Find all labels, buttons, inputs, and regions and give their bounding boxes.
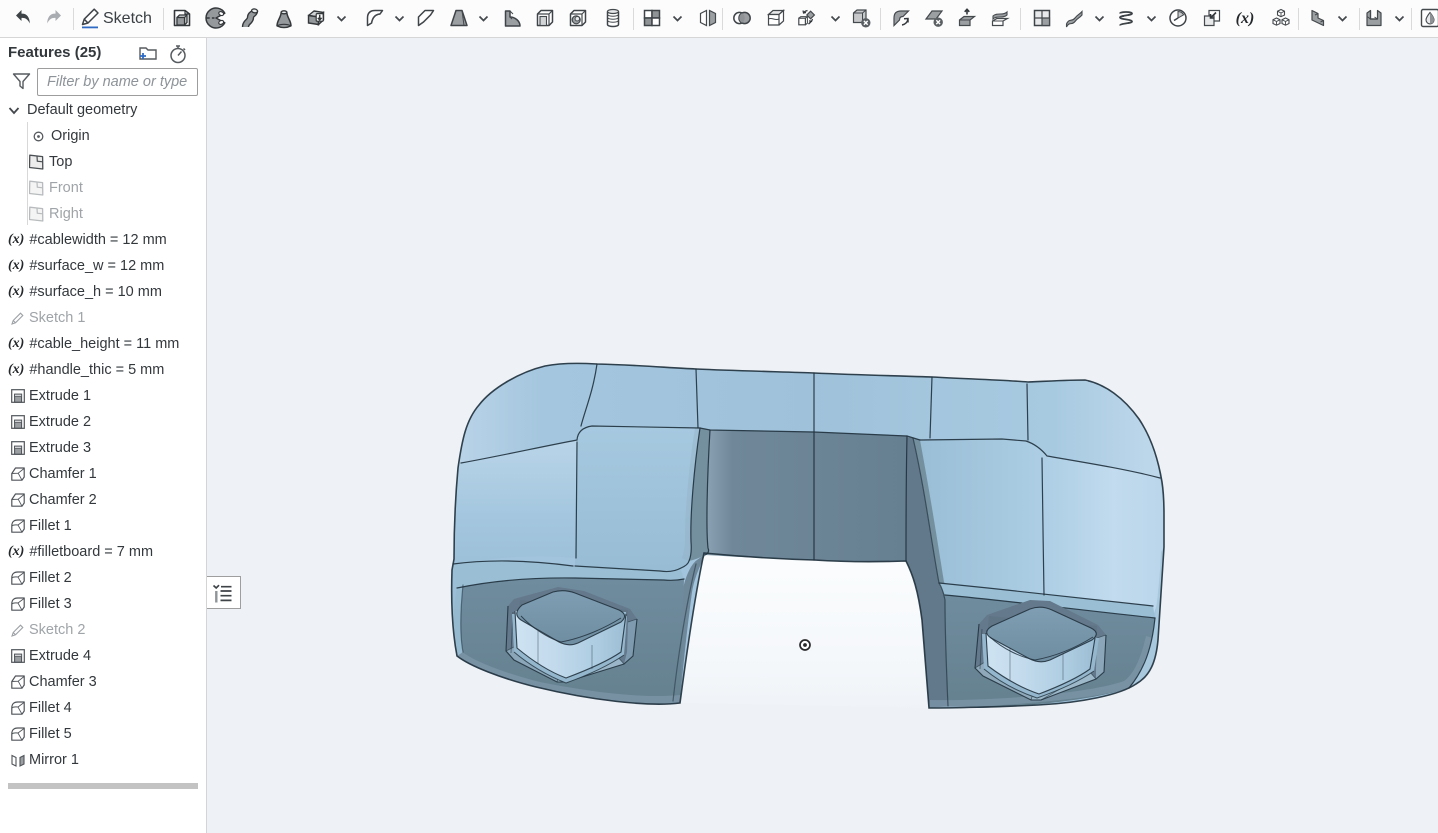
svg-text:(x): (x) — [1236, 10, 1255, 27]
